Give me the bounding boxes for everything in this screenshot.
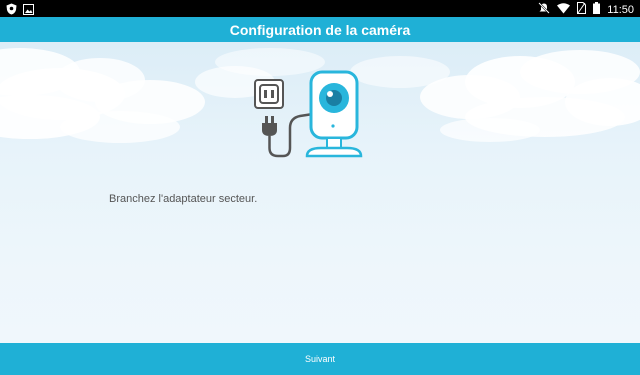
main-content: Branchez l'adaptateur secteur.: [0, 42, 640, 343]
instruction-text: Branchez l'adaptateur secteur.: [109, 193, 258, 205]
camera-plug-illustration: [254, 70, 363, 158]
page-title: Configuration de la caméra: [229, 21, 411, 38]
next-button[interactable]: Suivant: [0, 343, 640, 375]
status-time: 11:50: [607, 3, 634, 16]
status-bar: 11:50: [0, 0, 640, 17]
app-bar: Configuration de la caméra: [0, 17, 640, 42]
next-button-label: Suivant: [304, 354, 336, 364]
